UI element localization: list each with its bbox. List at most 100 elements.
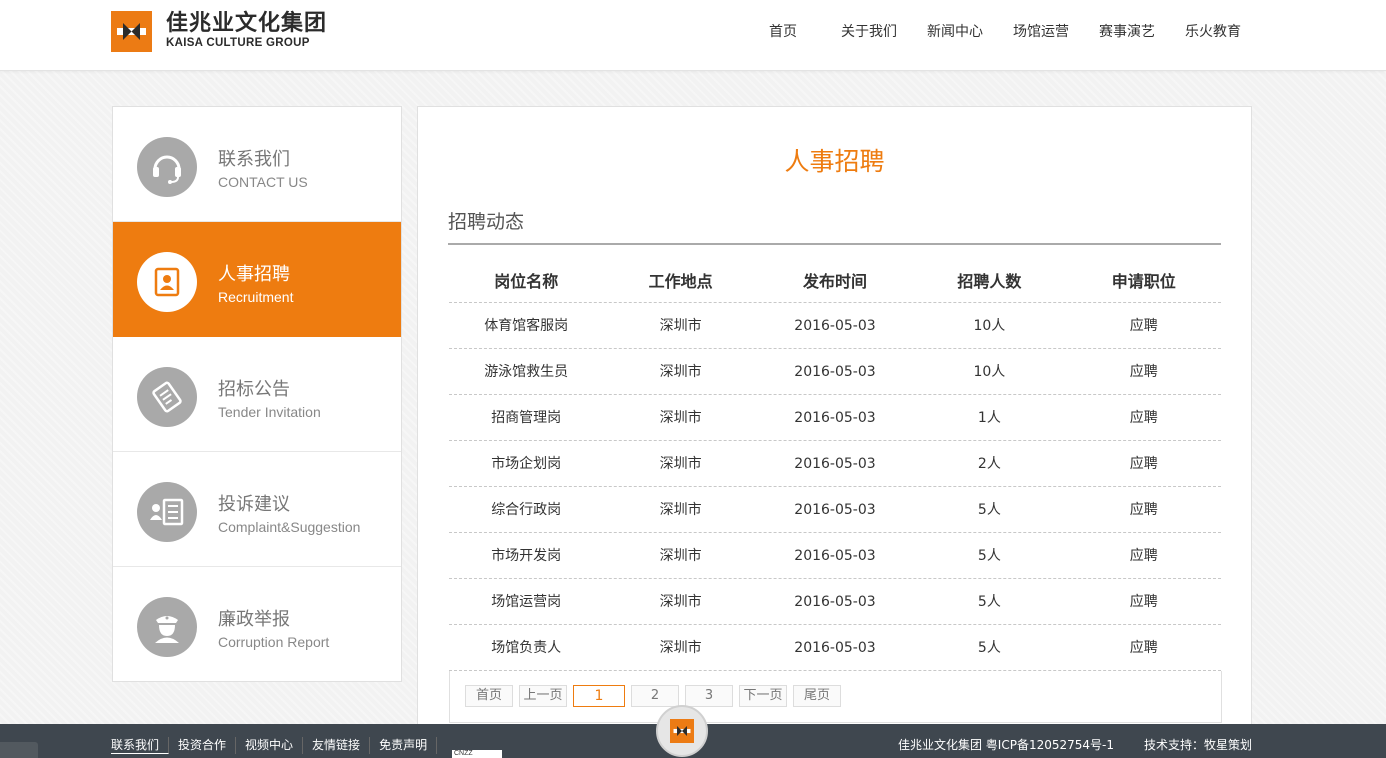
- tech-support-text: 技术支持：牧星策划: [1143, 738, 1252, 752]
- job-location: 深圳市: [659, 410, 702, 426]
- apply-link[interactable]: 应聘: [1067, 487, 1221, 532]
- apply-link[interactable]: 应聘: [1067, 349, 1221, 394]
- job-location: 深圳市: [659, 318, 702, 334]
- logo-mark-icon: [111, 10, 152, 52]
- column-header: 申请职位: [1111, 272, 1176, 291]
- apply-link[interactable]: 应聘: [1067, 395, 1221, 440]
- sidebar-item-label: 人事招聘: [218, 264, 290, 285]
- sidebar-item-sublabel: Tender Invitation: [218, 404, 321, 420]
- apply-link[interactable]: 应聘: [1067, 441, 1221, 486]
- footer-link-contact[interactable]: 联系我们: [111, 737, 170, 754]
- apply-link[interactable]: 应聘: [1067, 579, 1221, 624]
- job-date: 2016-05-03: [794, 456, 876, 472]
- sidebar-item-tender[interactable]: 招标公告 Tender Invitation: [113, 337, 401, 452]
- job-title: 市场企划岗: [491, 456, 562, 472]
- sidebar-item-label: 招标公告: [218, 379, 290, 400]
- main-content: 人事招聘 招聘动态 岗位名称 工作地点 发布时间 招聘人数 申请职位 体育馆客服…: [417, 106, 1252, 726]
- document-stamp-icon: [137, 367, 197, 427]
- job-title: 体育馆客服岗: [484, 318, 569, 334]
- next-page-button[interactable]: 下一页: [739, 685, 787, 707]
- cnzz-badge[interactable]: CNZZ: [452, 750, 502, 758]
- apply-link[interactable]: 应聘: [1067, 303, 1221, 348]
- table-row: 招商管理岗 深圳市 2016-05-03 1人 应聘: [449, 395, 1221, 441]
- page-3-button[interactable]: 3: [685, 685, 733, 707]
- police-officer-icon: [137, 597, 197, 657]
- page-1-button[interactable]: 1: [573, 685, 625, 707]
- nav-about[interactable]: 关于我们: [826, 0, 912, 64]
- back-to-top-logo-icon[interactable]: [656, 705, 708, 757]
- job-date: 2016-05-03: [794, 410, 876, 426]
- footer-link-friends[interactable]: 友情链接: [303, 737, 371, 754]
- sidebar-item-report[interactable]: 廉政举报 Corruption Report: [113, 567, 401, 682]
- corner-tab[interactable]: [0, 742, 38, 758]
- job-date: 2016-05-03: [794, 640, 876, 656]
- table-row: 场馆负责人 深圳市 2016-05-03 5人 应聘: [449, 625, 1221, 671]
- main-nav: 首页 关于我们 新闻中心 场馆运营 赛事演艺 乐火教育: [740, 0, 1256, 64]
- pagination: 首页 上一页 1 2 3 下一页 尾页: [449, 671, 1222, 723]
- table-row: 综合行政岗 深圳市 2016-05-03 5人 应聘: [449, 487, 1221, 533]
- table-row: 市场开发岗 深圳市 2016-05-03 5人 应聘: [449, 533, 1221, 579]
- sidebar-item-label: 投诉建议: [218, 494, 290, 515]
- footer-link-disclaimer[interactable]: 免责声明: [370, 737, 438, 754]
- job-count: 1人: [977, 410, 1001, 426]
- first-page-button[interactable]: 首页: [465, 685, 513, 707]
- sidebar-item-sublabel: Recruitment: [218, 289, 294, 305]
- sidebar-item-sublabel: CONTACT US: [218, 174, 308, 190]
- job-title: 招商管理岗: [491, 410, 562, 426]
- sidebar-item-label: 联系我们: [218, 149, 290, 170]
- sidebar-item-label: 廉政举报: [218, 609, 290, 630]
- nav-news[interactable]: 新闻中心: [912, 0, 998, 64]
- footer-links: 联系我们 投资合作 视频中心 友情链接 免责声明: [111, 737, 438, 754]
- sidebar-item-sublabel: Complaint&Suggestion: [218, 519, 361, 535]
- sidebar-item-sublabel: Corruption Report: [218, 634, 330, 650]
- site-header: 佳兆业文化集团 KAISA CULTURE GROUP 首页 关于我们 新闻中心…: [0, 0, 1386, 71]
- sidebar-item-contact[interactable]: 联系我们 CONTACT US: [113, 107, 401, 222]
- job-location: 深圳市: [659, 364, 702, 380]
- nav-venues[interactable]: 场馆运营: [998, 0, 1084, 64]
- jobs-table: 岗位名称 工作地点 发布时间 招聘人数 申请职位 体育馆客服岗 深圳市 2016…: [449, 257, 1221, 671]
- headset-icon: [137, 137, 197, 197]
- id-badge-icon: [137, 252, 197, 312]
- column-header: 招聘人数: [957, 272, 1022, 291]
- prev-page-button[interactable]: 上一页: [519, 685, 567, 707]
- footer-link-video[interactable]: 视频中心: [236, 737, 304, 754]
- job-title: 市场开发岗: [491, 548, 562, 564]
- table-row: 市场企划岗 深圳市 2016-05-03 2人 应聘: [449, 441, 1221, 487]
- table-row: 场馆运营岗 深圳市 2016-05-03 5人 应聘: [449, 579, 1221, 625]
- nav-education[interactable]: 乐火教育: [1170, 0, 1256, 64]
- job-count: 5人: [977, 594, 1001, 610]
- column-header: 岗位名称: [494, 272, 559, 291]
- table-header: 岗位名称 工作地点 发布时间 招聘人数 申请职位: [449, 257, 1221, 303]
- job-title: 场馆负责人: [491, 640, 562, 656]
- nav-home[interactable]: 首页: [740, 0, 826, 64]
- copyright-text: 佳兆业文化集团 粤ICP备12052754号-1: [897, 738, 1114, 752]
- section-divider: [448, 243, 1221, 245]
- table-row: 体育馆客服岗 深圳市 2016-05-03 10人 应聘: [449, 303, 1221, 349]
- job-location: 深圳市: [659, 640, 702, 656]
- job-count: 10人: [973, 364, 1006, 380]
- job-location: 深圳市: [659, 502, 702, 518]
- logo-name-cn: 佳兆业文化集团: [166, 11, 328, 36]
- page-title: 人事招聘: [784, 147, 885, 176]
- job-title: 场馆运营岗: [491, 594, 562, 610]
- logo[interactable]: 佳兆业文化集团 KAISA CULTURE GROUP: [111, 10, 327, 52]
- apply-link[interactable]: 应聘: [1067, 533, 1221, 578]
- sidebar-item-recruitment[interactable]: 人事招聘 Recruitment: [113, 222, 401, 337]
- job-location: 深圳市: [659, 594, 702, 610]
- job-count: 5人: [977, 640, 1001, 656]
- footer-link-invest[interactable]: 投资合作: [169, 737, 237, 754]
- job-count: 5人: [977, 502, 1001, 518]
- table-row: 游泳馆救生员 深圳市 2016-05-03 10人 应聘: [449, 349, 1221, 395]
- job-location: 深圳市: [659, 548, 702, 564]
- job-location: 深圳市: [659, 456, 702, 472]
- job-date: 2016-05-03: [794, 318, 876, 334]
- column-header: 工作地点: [648, 272, 713, 291]
- job-date: 2016-05-03: [794, 548, 876, 564]
- apply-link[interactable]: 应聘: [1067, 625, 1221, 670]
- job-count: 2人: [977, 456, 1001, 472]
- nav-events[interactable]: 赛事演艺: [1084, 0, 1170, 64]
- sidebar-item-complaint[interactable]: 投诉建议 Complaint&Suggestion: [113, 452, 401, 567]
- job-count: 5人: [977, 548, 1001, 564]
- page-2-button[interactable]: 2: [631, 685, 679, 707]
- last-page-button[interactable]: 尾页: [793, 685, 841, 707]
